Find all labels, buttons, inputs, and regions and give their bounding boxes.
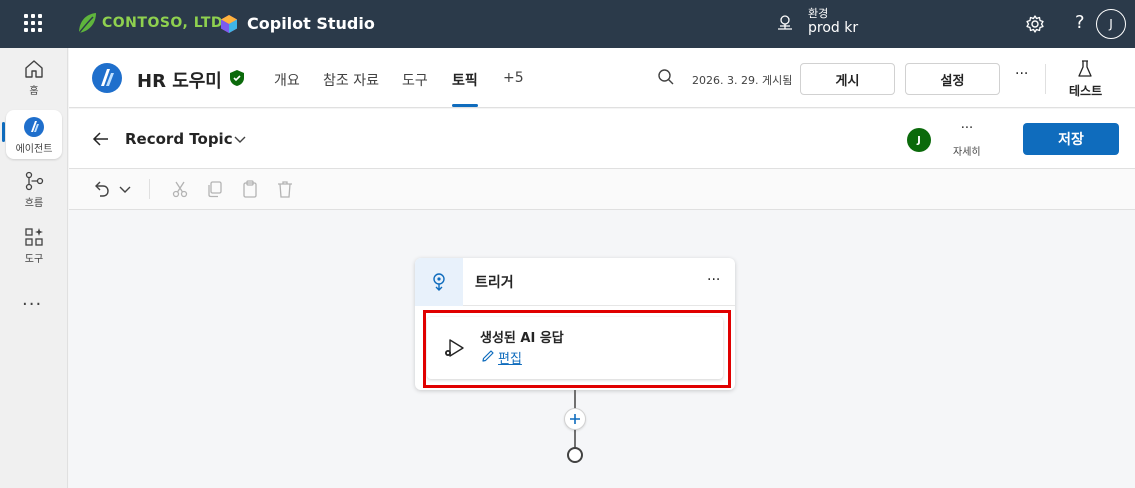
copy-icon[interactable]	[205, 179, 225, 199]
agent-icon	[24, 117, 44, 137]
publish-button[interactable]: 게시	[800, 63, 895, 95]
trigger-bulb-icon	[433, 273, 445, 291]
top-bar: CONTOSO, LTD. Copilot Studio 환경 prod kr …	[0, 0, 1135, 48]
chevron-down-icon[interactable]	[115, 179, 135, 199]
environment-label: 환경	[808, 7, 829, 20]
app-name: Copilot Studio	[247, 14, 375, 33]
org-name: CONTOSO, LTD.	[102, 15, 229, 31]
add-node-button[interactable]	[564, 408, 586, 430]
editor-avatar: J	[907, 128, 931, 152]
nav-item-tools[interactable]: 도구	[6, 226, 62, 265]
trigger-icon-box	[415, 258, 463, 306]
environment-value[interactable]: prod kr	[808, 20, 858, 36]
nav-label-tools: 도구	[24, 254, 44, 265]
nav-item-flows[interactable]: 흐름	[6, 170, 62, 209]
agent-logo-icon	[92, 63, 122, 93]
end-node	[567, 447, 583, 463]
search-icon[interactable]	[657, 68, 675, 86]
highlight-box	[423, 310, 731, 388]
tab-topics[interactable]: 토픽	[452, 70, 478, 90]
chevron-down-icon[interactable]	[233, 132, 247, 146]
topic-more-icon[interactable]: ···	[952, 121, 982, 136]
canvas-toolbar	[69, 169, 1135, 210]
cut-icon[interactable]	[170, 179, 190, 199]
tab-more[interactable]: +5	[503, 70, 524, 86]
tab-tools[interactable]: 도구	[402, 70, 428, 90]
topic-more-label[interactable]: 자세히	[953, 143, 981, 158]
home-icon	[25, 60, 43, 78]
authoring-canvas: 트리거 ··· 생성된 AI 응답 편집	[69, 210, 1135, 488]
divider	[1045, 64, 1046, 94]
topic-header: Record Topic J ··· 자세히 저장	[69, 109, 1135, 169]
paste-icon[interactable]	[240, 179, 260, 199]
test-flask-icon[interactable]	[1077, 60, 1093, 78]
undo-icon[interactable]	[91, 179, 111, 199]
gear-icon[interactable]	[1025, 14, 1045, 34]
contoso-logo-icon	[78, 13, 96, 34]
trigger-more-icon[interactable]: ···	[707, 272, 720, 288]
nav-item-home[interactable]: 홈	[6, 58, 62, 97]
app-launcher-icon[interactable]	[24, 14, 42, 32]
delete-icon[interactable]	[275, 179, 295, 199]
active-tab-indicator	[452, 104, 478, 107]
published-status: 2026. 3. 29. 게시됨	[692, 74, 793, 87]
tab-overview[interactable]: 개요	[274, 70, 300, 90]
agent-name: HR 도우미	[137, 71, 222, 92]
tools-icon	[25, 228, 43, 246]
environment-icon[interactable]	[776, 14, 794, 32]
trigger-title: 트리거	[475, 275, 514, 291]
active-indicator	[2, 122, 5, 142]
toolbar-divider	[149, 179, 150, 199]
help-icon[interactable]: ?	[1075, 12, 1085, 33]
back-arrow-icon[interactable]	[91, 129, 111, 149]
test-button[interactable]: 테스트	[1069, 82, 1102, 99]
shield-check-icon	[230, 70, 244, 86]
plus-icon	[570, 414, 580, 424]
agent-more-icon[interactable]: ···	[1015, 66, 1028, 82]
flow-icon	[25, 171, 44, 191]
nav-label-agents: 에이전트	[15, 144, 53, 155]
nav-item-agents[interactable]: 에이전트	[6, 110, 62, 159]
agent-header: HR 도우미 개요 참조 자료 도구 토픽 +5 2026. 3. 29. 게시…	[69, 48, 1135, 108]
nav-label-flows: 흐름	[24, 198, 44, 209]
tab-knowledge[interactable]: 참조 자료	[323, 70, 379, 90]
nav-more-icon[interactable]: ···	[22, 294, 42, 315]
topic-title[interactable]: Record Topic	[125, 130, 233, 148]
nav-label-home: 홈	[29, 86, 39, 97]
user-avatar[interactable]: J	[1096, 9, 1126, 39]
trigger-header: 트리거 ···	[415, 258, 735, 306]
copilot-studio-logo-icon	[221, 15, 237, 33]
left-nav: 홈 에이전트 흐름 도구 ···	[0, 48, 68, 488]
settings-button[interactable]: 설정	[905, 63, 1000, 95]
save-button[interactable]: 저장	[1023, 123, 1119, 155]
